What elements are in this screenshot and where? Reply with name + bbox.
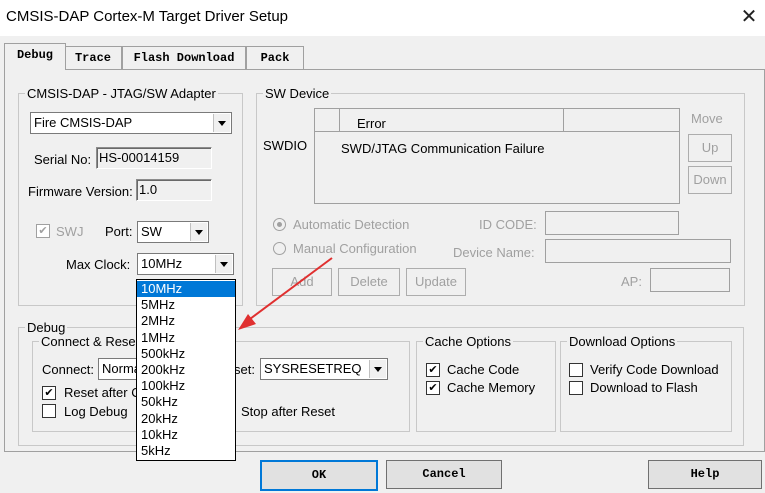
serial-field: HS-00014159 (96, 147, 212, 169)
chevron-down-icon[interactable] (213, 114, 230, 132)
reset-select-value: SYSRESETREQ (264, 361, 362, 376)
cache-memory-label: Cache Memory (447, 380, 536, 395)
reset-after-label: Reset after C (64, 385, 141, 400)
connect-reset-legend: Connect & Rese (41, 334, 136, 349)
clock-option[interactable]: 500kHz (137, 346, 235, 362)
tab-flash-download[interactable]: Flash Download (122, 46, 246, 69)
device-table[interactable]: Error SWD/JTAG Communication Failure (314, 108, 680, 204)
clock-option[interactable]: 20kHz (137, 411, 235, 427)
cache-options-legend: Cache Options (425, 334, 511, 349)
port-label: Port: (105, 224, 133, 239)
clock-option[interactable]: 1MHz (137, 330, 235, 346)
arrow-icon (238, 257, 333, 330)
device-name-input[interactable] (545, 239, 731, 263)
clock-option[interactable]: 200kHz (137, 362, 235, 378)
download-flash-checkbox[interactable] (569, 381, 583, 395)
maxclock-label: Max Clock: (66, 257, 131, 272)
reset-after-checkbox[interactable]: ✔ (42, 386, 56, 400)
move-down-button[interactable]: Down (688, 166, 732, 194)
firmware-field: 1.0 (136, 179, 212, 201)
reset-label: set: (234, 362, 255, 377)
firmware-label: Firmware Version: (28, 184, 133, 199)
log-debug-checkbox[interactable] (42, 404, 56, 418)
table-row[interactable]: SWD/JTAG Communication Failure (341, 141, 544, 156)
move-label: Move (691, 111, 723, 126)
tab-trace[interactable]: Trace (64, 46, 122, 69)
maxclock-select-value: 10MHz (141, 256, 183, 271)
download-flash-label: Download to Flash (590, 380, 698, 395)
port-select[interactable]: SW (137, 221, 209, 243)
reset-select[interactable]: SYSRESETREQ (260, 358, 388, 380)
tab-debug[interactable]: Debug (4, 43, 66, 70)
clock-dropdown-list[interactable]: 10MHz 5MHz 2MHz 1MHz 500kHz 200kHz 100kHz 50kHz… (136, 279, 236, 461)
cache-memory-checkbox[interactable]: ✔ (426, 381, 440, 395)
close-icon[interactable]: ✕ (736, 4, 762, 30)
update-button[interactable]: Update (406, 268, 466, 296)
cache-code-label: Cache Code (447, 362, 520, 377)
auto-detect-radio[interactable] (273, 218, 286, 231)
adapter-legend: CMSIS-DAP - JTAG/SW Adapter (27, 86, 216, 101)
window-title: CMSIS-DAP Cortex-M Target Driver Setup (6, 8, 289, 25)
swdio-label: SWDIO (263, 138, 308, 153)
swj-label: SWJ (56, 224, 84, 239)
tab-pack[interactable]: Pack (246, 46, 304, 69)
error-column-header[interactable]: Error (357, 116, 386, 131)
verify-checkbox[interactable] (569, 363, 583, 377)
ap-label: AP: (621, 274, 642, 289)
connect-label: Connect: (42, 362, 95, 377)
clock-option[interactable]: 10kHz (137, 427, 235, 443)
chevron-down-icon[interactable] (190, 223, 207, 241)
log-debug-label: Log Debug (64, 404, 128, 419)
clock-option[interactable]: 5MHz (137, 297, 235, 313)
column-divider (339, 109, 340, 131)
ok-button[interactable]: OK (260, 460, 378, 491)
cancel-button[interactable]: Cancel (386, 460, 502, 489)
move-up-button[interactable]: Up (688, 134, 732, 162)
clock-option[interactable]: 10MHz (137, 281, 235, 297)
delete-button[interactable]: Delete (338, 268, 400, 296)
stop-after-reset-label: Stop after Reset (241, 404, 335, 419)
clock-option[interactable]: 50kHz (137, 394, 235, 410)
ap-input[interactable] (650, 268, 730, 292)
cache-code-checkbox[interactable]: ✔ (426, 363, 440, 377)
swj-checkbox[interactable]: ✔ (36, 224, 50, 238)
serial-label: Serial No: (34, 152, 92, 167)
adapter-select-value: Fire CMSIS-DAP (34, 115, 133, 130)
device-name-label: Device Name: (453, 245, 535, 260)
help-button[interactable]: Help (648, 460, 762, 489)
verify-label: Verify Code Download (590, 362, 719, 377)
port-select-value: SW (141, 224, 162, 239)
auto-detect-label: Automatic Detection (293, 217, 410, 232)
adapter-select[interactable]: Fire CMSIS-DAP (30, 112, 232, 134)
chevron-down-icon[interactable] (369, 360, 386, 378)
clock-option[interactable]: 5kHz (137, 443, 235, 459)
download-options-legend: Download Options (569, 334, 676, 349)
idcode-label: ID CODE: (479, 217, 537, 232)
clock-option[interactable]: 100kHz (137, 378, 235, 394)
sw-device-legend: SW Device (265, 86, 330, 101)
idcode-input[interactable] (545, 211, 679, 235)
clock-option[interactable]: 2MHz (137, 313, 235, 329)
connect-select[interactable]: Norma (98, 358, 141, 380)
maxclock-select[interactable]: 10MHz (137, 253, 234, 275)
column-divider (563, 109, 564, 131)
debug-legend: Debug (27, 320, 66, 335)
